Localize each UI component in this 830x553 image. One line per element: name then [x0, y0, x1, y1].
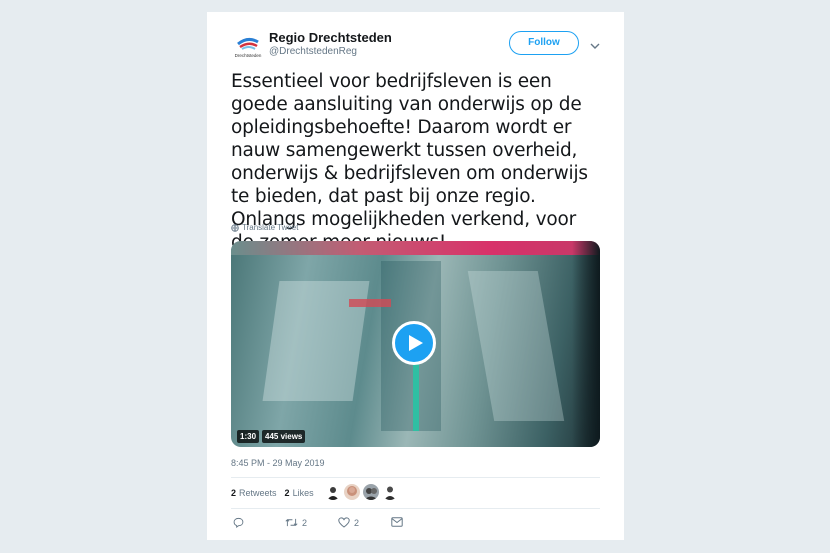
tweet-card: Drechtsteden Regio Drechtsteden @Drechts… — [207, 12, 624, 540]
regio-logo-icon: Drechtsteden — [235, 37, 262, 58]
avatar[interactable]: Drechtsteden — [231, 30, 265, 64]
like-action-count: 2 — [354, 517, 360, 528]
liker-avatar[interactable] — [344, 484, 360, 500]
tweet-stats: 2 Retweets 2 Likes — [231, 488, 322, 498]
video-player[interactable]: 1:30 445 views — [231, 241, 600, 447]
video-frame-sign — [349, 299, 391, 307]
divider — [231, 477, 600, 478]
play-button[interactable] — [392, 321, 436, 365]
likers-avatars — [325, 484, 398, 500]
play-icon — [409, 335, 423, 351]
tweet-actions: 2 2 — [231, 517, 431, 531]
video-frame-pillar — [413, 361, 419, 431]
message-button[interactable] — [391, 517, 403, 527]
video-duration: 1:30 — [237, 430, 260, 443]
follow-button[interactable]: Follow — [509, 31, 579, 55]
translate-tweet-link[interactable]: Translate Tweet — [231, 223, 298, 232]
likes-stat[interactable]: 2 Likes — [285, 488, 314, 498]
likes-label: Likes — [292, 488, 314, 498]
retweet-action-count: 2 — [302, 517, 308, 528]
retweets-stat[interactable]: 2 Retweets — [231, 488, 277, 498]
tweet-timestamp[interactable]: 8:45 PM - 29 May 2019 — [231, 458, 325, 468]
envelope-icon — [391, 517, 403, 527]
user-handle[interactable]: @DrechtstedenReg — [269, 46, 357, 57]
chevron-down-icon[interactable] — [590, 38, 600, 49]
retweet-button[interactable]: 2 — [285, 517, 307, 528]
globe-icon — [231, 223, 239, 232]
retweets-count: 2 — [231, 488, 237, 498]
divider — [231, 508, 600, 509]
video-views: 445 views — [262, 430, 306, 443]
video-frame-glass — [467, 271, 565, 421]
retweets-label: Retweets — [239, 488, 277, 498]
likes-count: 2 — [284, 488, 290, 498]
reply-icon — [233, 517, 244, 528]
avatar-logo-text: Drechtsteden — [235, 53, 262, 58]
liker-avatar[interactable] — [382, 484, 398, 500]
liker-avatar[interactable] — [325, 484, 341, 500]
translate-label: Translate Tweet — [242, 223, 299, 232]
heart-icon — [338, 517, 350, 528]
retweet-icon — [285, 518, 298, 527]
video-frame-band — [231, 241, 600, 255]
like-button[interactable]: 2 — [338, 517, 359, 528]
liker-avatar[interactable] — [363, 484, 379, 500]
display-name[interactable]: Regio Drechtsteden — [269, 30, 392, 45]
reply-button[interactable] — [233, 517, 244, 528]
video-frame-shadow — [572, 241, 600, 447]
